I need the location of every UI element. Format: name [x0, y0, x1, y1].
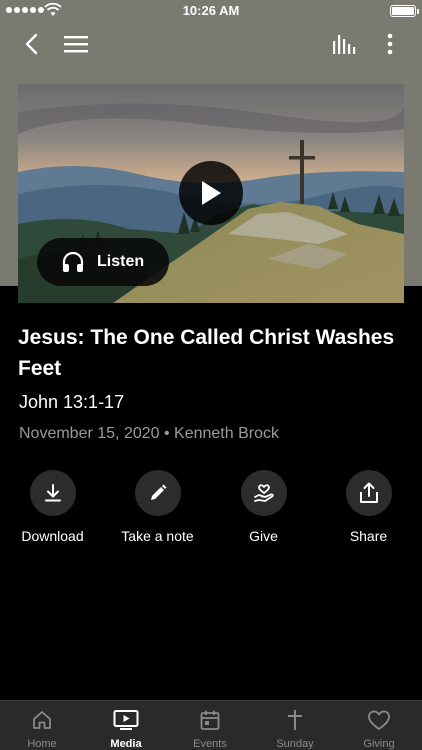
share-button[interactable]: Share	[316, 470, 421, 544]
menu-icon[interactable]	[62, 30, 90, 58]
sermon-scripture: John 13:1-17	[19, 392, 125, 412]
sermon-video-thumbnail[interactable]: Listen	[18, 84, 404, 303]
sermon-title: Jesus: The One Called Christ Washes Feet	[18, 326, 395, 380]
download-label: Download	[21, 528, 84, 544]
heart-icon	[368, 710, 390, 730]
status-time: 10:26 AM	[182, 3, 240, 18]
more-options-icon[interactable]	[376, 30, 404, 58]
share-label: Share	[349, 528, 388, 544]
tab-giving-label: Giving	[363, 738, 395, 750]
tab-media[interactable]: Media	[84, 701, 168, 750]
tab-media-label: Media	[110, 738, 142, 750]
listen-button[interactable]: Listen	[37, 238, 169, 286]
tab-home[interactable]: Home	[0, 701, 84, 750]
play-button[interactable]	[179, 161, 243, 225]
tab-giving[interactable]: Giving	[337, 701, 421, 750]
tab-home-label: Home	[27, 738, 57, 750]
media-play-icon	[113, 710, 139, 730]
tab-events[interactable]: Events	[168, 701, 252, 750]
share-icon	[359, 482, 378, 503]
sermon-date-speaker: November 15, 2020 • Kenneth Brock	[19, 425, 279, 442]
tab-events-label: Events	[193, 738, 227, 750]
give-heart-hand-icon	[253, 484, 274, 502]
download-icon	[44, 484, 61, 502]
status-bar: 10:26 AM	[0, 0, 422, 22]
take-note-label: Take a note	[121, 528, 194, 544]
cross-icon	[288, 710, 302, 730]
back-icon[interactable]	[18, 30, 46, 58]
home-icon	[33, 711, 51, 729]
pencil-icon	[150, 484, 166, 500]
play-icon	[202, 181, 221, 205]
nav-bar	[0, 26, 422, 62]
give-label: Give	[249, 528, 278, 544]
tab-bar: Home Media Events Sunday Giving	[0, 700, 422, 750]
tab-sunday-label: Sunday	[276, 738, 314, 750]
tab-sunday[interactable]: Sunday	[253, 701, 337, 750]
action-row: Download Take a note Give Share	[0, 470, 422, 550]
give-button[interactable]: Give	[211, 470, 316, 544]
listen-label: Listen	[97, 253, 145, 270]
headphones-icon	[62, 251, 84, 272]
take-note-button[interactable]: Take a note	[105, 470, 210, 544]
battery-icon	[390, 5, 419, 17]
audio-bars-icon[interactable]	[330, 30, 358, 58]
calendar-icon	[200, 710, 220, 730]
download-button[interactable]: Download	[0, 470, 105, 544]
